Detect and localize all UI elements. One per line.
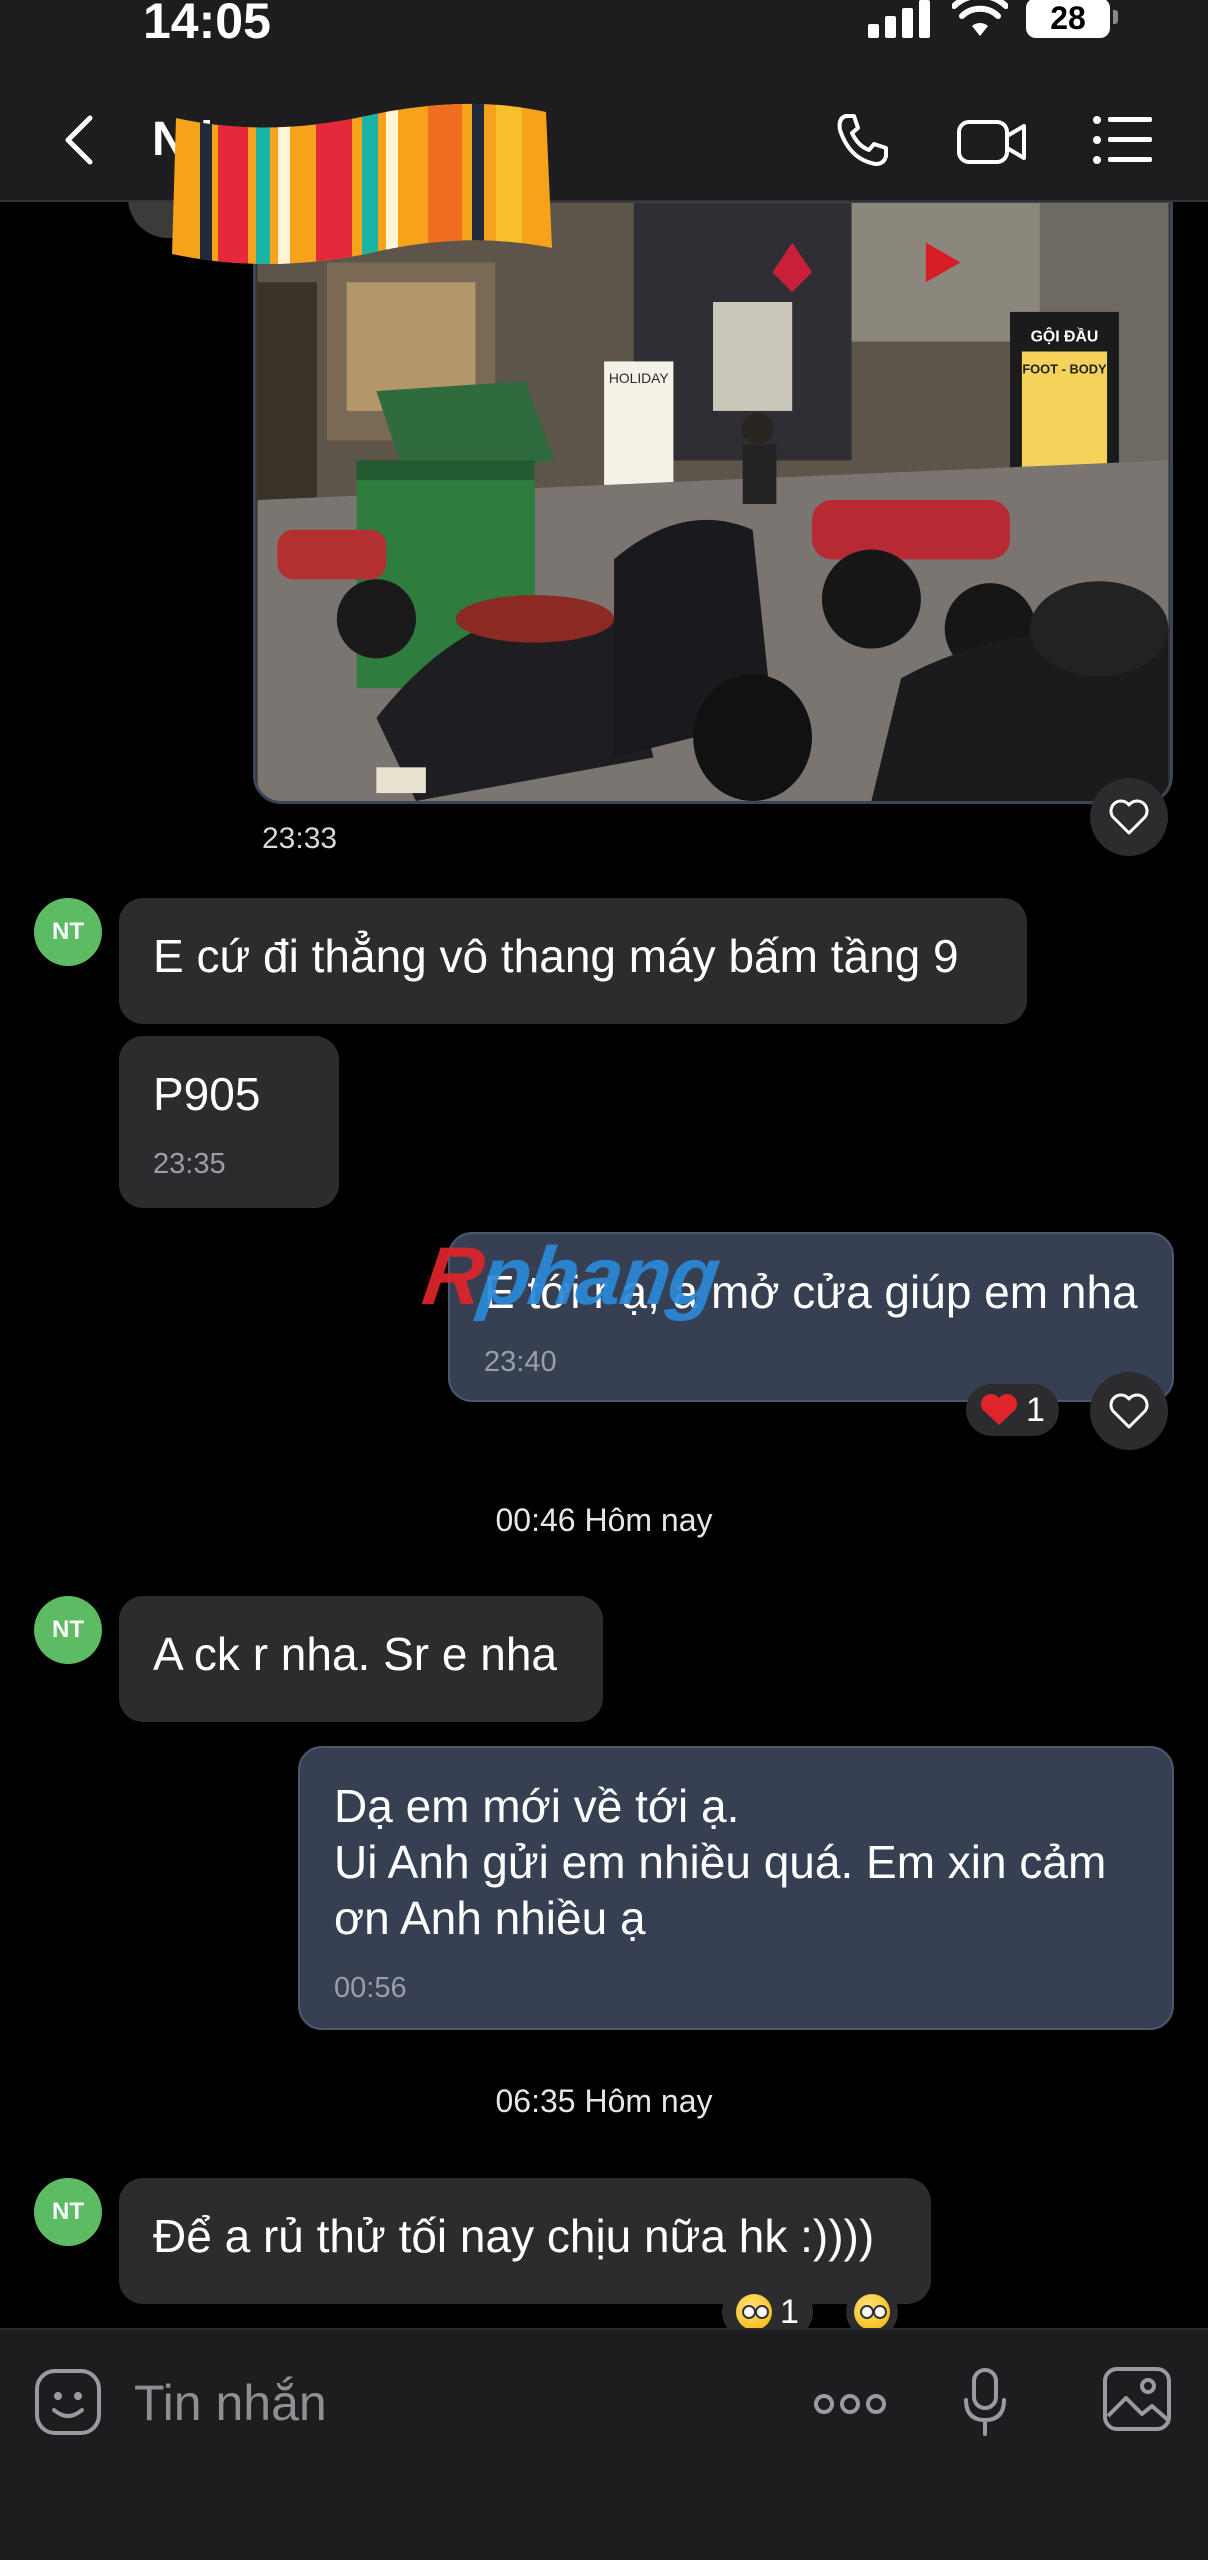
watermark-part-2: phang	[474, 1231, 724, 1322]
foot-body-sign-top-label: GỘI ĐẦU	[1031, 327, 1099, 346]
microphone-button[interactable]	[960, 2366, 1010, 2438]
battery-indicator: 28	[1026, 0, 1118, 38]
incoming-message[interactable]: A ck r nha. Sr e nha	[119, 1596, 603, 1722]
sticker-button[interactable]	[34, 2368, 102, 2436]
heart-outline-icon	[1109, 1393, 1149, 1429]
list-menu-button[interactable]	[1092, 114, 1154, 166]
reaction-count: 1	[780, 2292, 799, 2331]
watermark-logo: Rphang	[417, 1230, 724, 1324]
reaction-count: 1	[1026, 1390, 1045, 1429]
heart-outline-icon	[1109, 799, 1149, 835]
outgoing-message[interactable]: Dạ em mới về tới ạ. Ui Anh gửi em nhiều …	[298, 1746, 1174, 2030]
message-composer: Tin nhắn	[0, 2328, 1208, 2560]
red-heart-icon	[981, 1394, 1017, 1425]
message-text: A ck r nha. Sr e nha	[153, 1628, 558, 1680]
holiday-sign-label: HOLIDAY	[609, 370, 669, 386]
react-heart-button[interactable]	[1090, 1372, 1168, 1450]
avatar[interactable]: NT	[34, 898, 102, 966]
reaction-heart-count[interactable]: 1	[966, 1384, 1059, 1436]
eyes-emoji-icon	[736, 2294, 772, 2330]
message-time: 23:33	[262, 822, 338, 855]
cellular-signal-icon	[868, 0, 932, 38]
message-text: E cứ đi thẳng vô thang máy bấm tầng 9	[153, 930, 959, 982]
incoming-message[interactable]: P905 23:35	[119, 1036, 339, 1208]
more-options-button[interactable]	[812, 2392, 888, 2416]
date-divider: 00:46 Hôm nay	[495, 1502, 713, 1538]
message-text-line-3: ơn Anh nhiều ạ	[334, 1892, 646, 1944]
react-heart-button-photo[interactable]	[1090, 778, 1168, 856]
date-divider: 06:35 Hôm nay	[495, 2083, 713, 2119]
message-text: Để a rủ thử tối nay chịu nữa hk :))))	[153, 2210, 875, 2262]
avatar[interactable]: NT	[34, 2178, 102, 2246]
message-time: 23:35	[153, 1148, 226, 1180]
street-photo: HOLIDAY GỘI ĐẦU FOOT - BODY	[257, 203, 1169, 801]
incoming-message[interactable]: Để a rủ thử tối nay chịu nữa hk :))))	[119, 2178, 931, 2304]
video-call-button[interactable]	[956, 114, 1028, 170]
status-time: 14:05	[143, 0, 271, 49]
photo-message[interactable]: HOLIDAY GỘI ĐẦU FOOT - BODY	[253, 200, 1173, 804]
message-text: P905	[153, 1068, 261, 1120]
back-button[interactable]	[56, 110, 104, 170]
message-input[interactable]: Tin nhắn	[134, 2374, 327, 2432]
name-cover-sticker	[172, 103, 552, 265]
message-text-line-2: Ui Anh gửi em nhiều quá. Em xin cảm	[334, 1836, 1107, 1888]
gallery-button[interactable]	[1102, 2366, 1172, 2432]
foot-body-sign-label: FOOT - BODY	[1022, 361, 1107, 376]
message-time: 00:56	[334, 1972, 407, 2004]
incoming-message[interactable]: E cứ đi thẳng vô thang máy bấm tầng 9	[119, 898, 1027, 1024]
avatar[interactable]: NT	[34, 1596, 102, 1664]
wifi-icon	[952, 0, 1008, 36]
top-bar: 14:05 28 N h	[0, 0, 1208, 265]
message-time: 23:40	[484, 1346, 557, 1378]
message-text-line-1: Dạ em mới về tới ạ.	[334, 1780, 740, 1832]
eyes-emoji-icon	[854, 2294, 890, 2330]
phone-call-button[interactable]	[832, 110, 892, 170]
